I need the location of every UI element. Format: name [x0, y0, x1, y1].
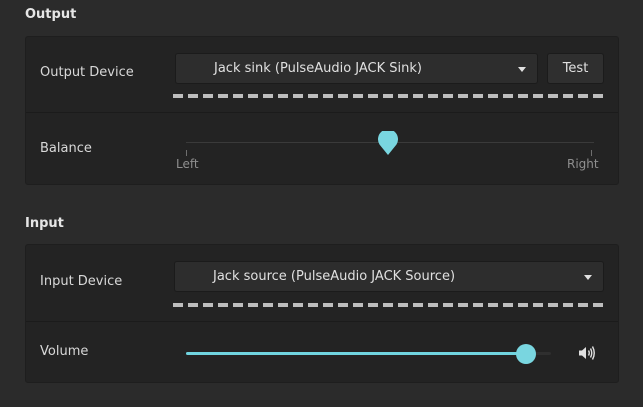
balance-row: Balance Left Right — [26, 112, 618, 187]
input-level-meter — [173, 303, 604, 307]
volume-slider[interactable] — [186, 352, 551, 355]
input-device-combobox[interactable]: Jack source (PulseAudio JACK Source) — [174, 261, 604, 292]
balance-label: Balance — [40, 141, 92, 156]
input-device-label: Input Device — [40, 274, 123, 289]
output-section-title: Output — [25, 7, 77, 22]
balance-left-label: Left — [176, 157, 199, 171]
input-section-title: Input — [25, 216, 64, 231]
output-card: Output Device Jack sink (PulseAudio JACK… — [25, 36, 619, 185]
input-device-value: Jack source (PulseAudio JACK Source) — [213, 269, 456, 284]
output-level-meter — [173, 94, 604, 98]
speaker-volume-icon[interactable] — [578, 345, 596, 361]
chevron-down-icon — [584, 275, 592, 280]
volume-row: Volume — [26, 321, 618, 385]
input-device-row: Input Device Jack source (PulseAudio JAC… — [26, 245, 618, 321]
output-device-value: Jack sink (PulseAudio JACK Sink) — [214, 61, 422, 76]
input-card: Input Device Jack source (PulseAudio JAC… — [25, 244, 619, 383]
volume-slider-fill — [186, 352, 526, 355]
balance-right-label: Right — [567, 157, 599, 171]
test-button[interactable]: Test — [547, 53, 604, 84]
chevron-down-icon — [518, 67, 526, 72]
balance-tick-left — [186, 150, 187, 156]
balance-slider-handle[interactable] — [376, 131, 400, 159]
output-device-row: Output Device Jack sink (PulseAudio JACK… — [26, 37, 618, 112]
output-device-combobox[interactable]: Jack sink (PulseAudio JACK Sink) — [175, 53, 538, 84]
balance-tick-right — [591, 150, 592, 156]
output-device-label: Output Device — [40, 65, 134, 80]
volume-label: Volume — [40, 344, 89, 359]
volume-slider-handle[interactable] — [516, 344, 536, 364]
